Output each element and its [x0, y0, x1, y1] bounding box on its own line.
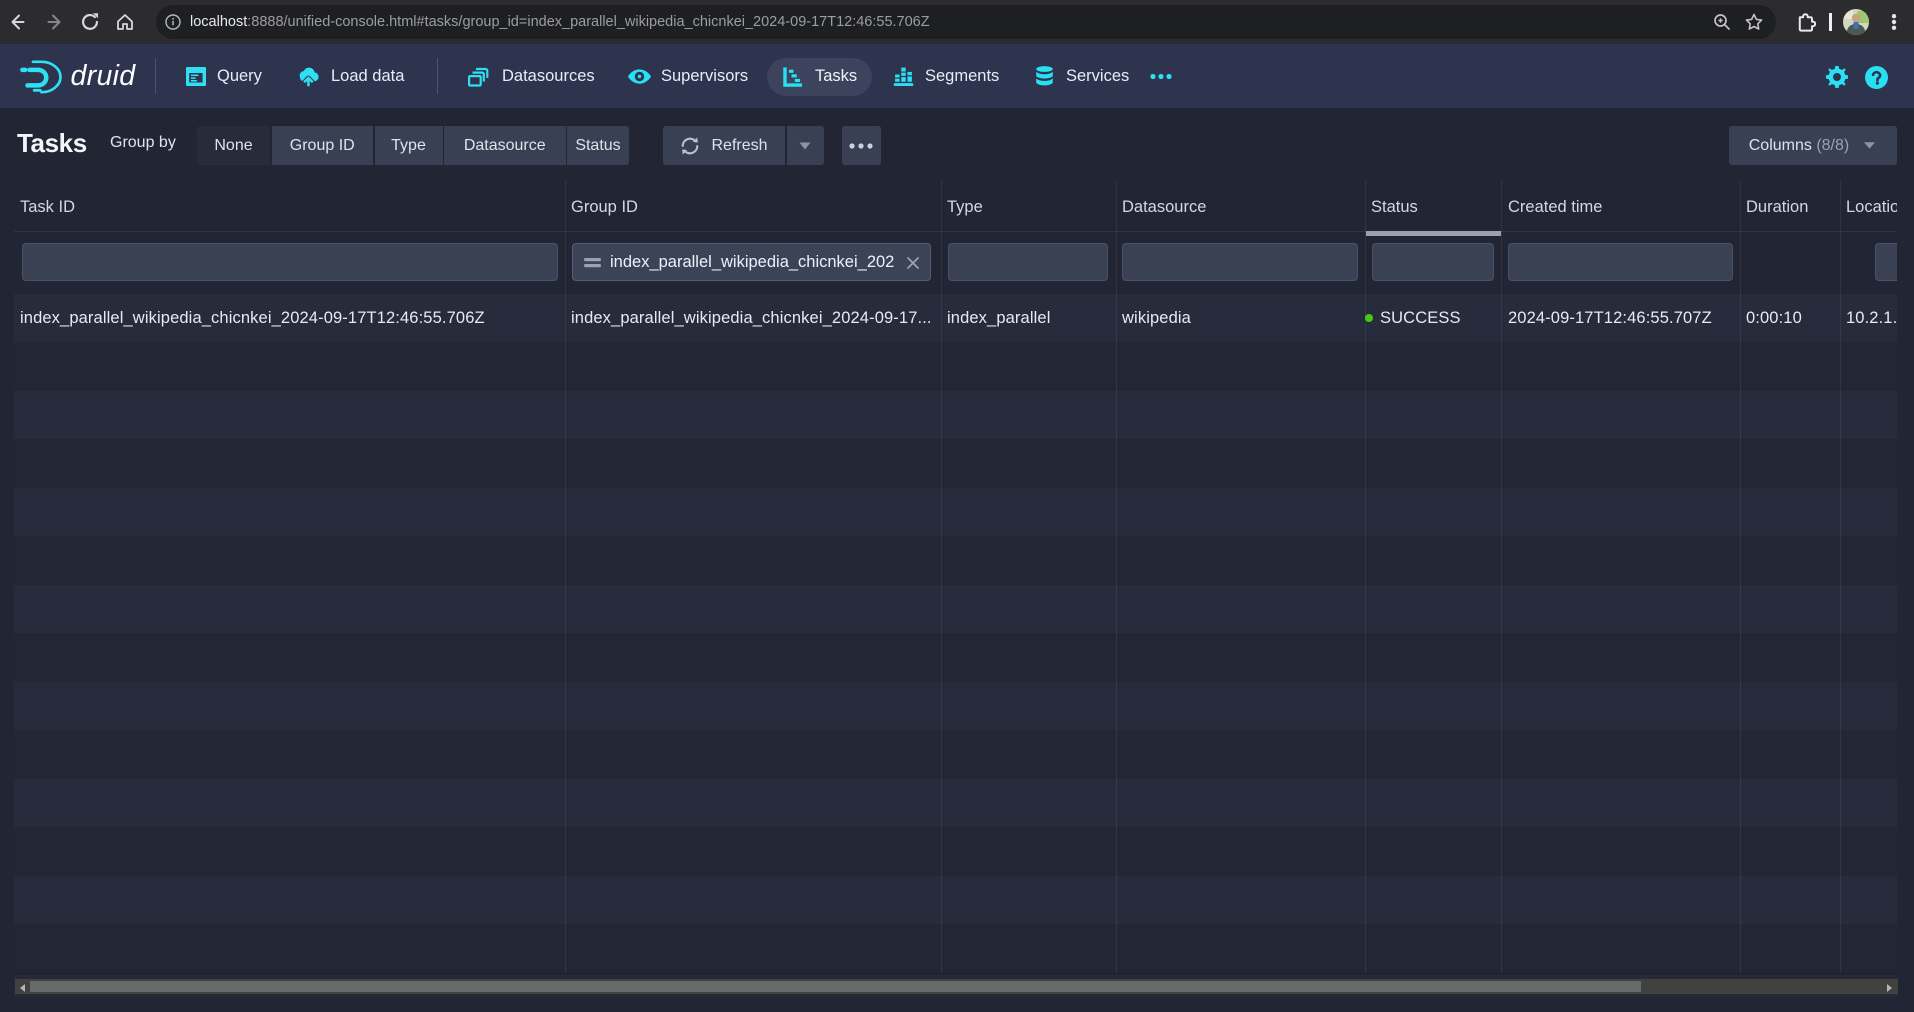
- svg-text:druid: druid: [71, 60, 137, 92]
